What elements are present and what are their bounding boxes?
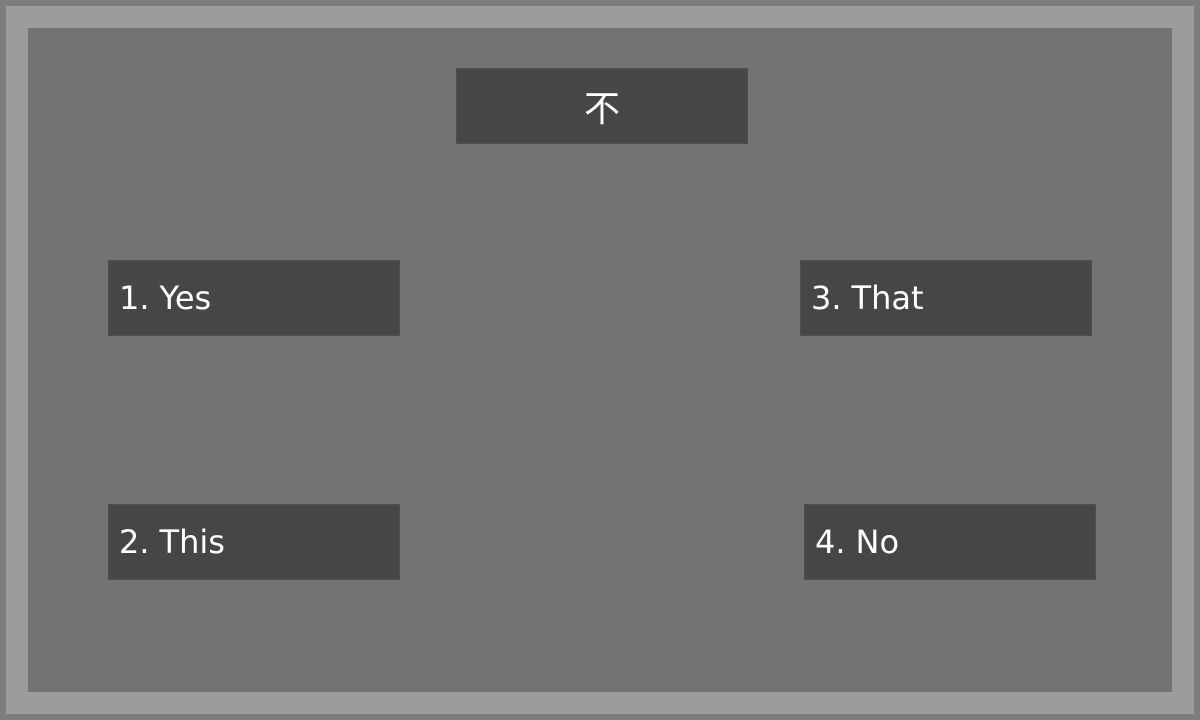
option-number: 4. <box>815 523 846 561</box>
answer-option-2[interactable]: 2. This <box>108 504 400 580</box>
answer-option-3[interactable]: 3. That <box>800 260 1092 336</box>
question-character: 不 <box>583 89 620 130</box>
option-label: That <box>851 279 924 317</box>
question-prompt: 不 <box>456 68 748 144</box>
option-label: Yes <box>159 279 212 317</box>
answer-option-4[interactable]: 4. No <box>804 504 1096 580</box>
option-number: 1. <box>119 279 150 317</box>
option-label: No <box>855 523 900 561</box>
option-number: 2. <box>119 523 150 561</box>
answer-option-1[interactable]: 1. Yes <box>108 260 400 336</box>
option-number: 3. <box>811 279 842 317</box>
option-label: This <box>159 523 225 561</box>
